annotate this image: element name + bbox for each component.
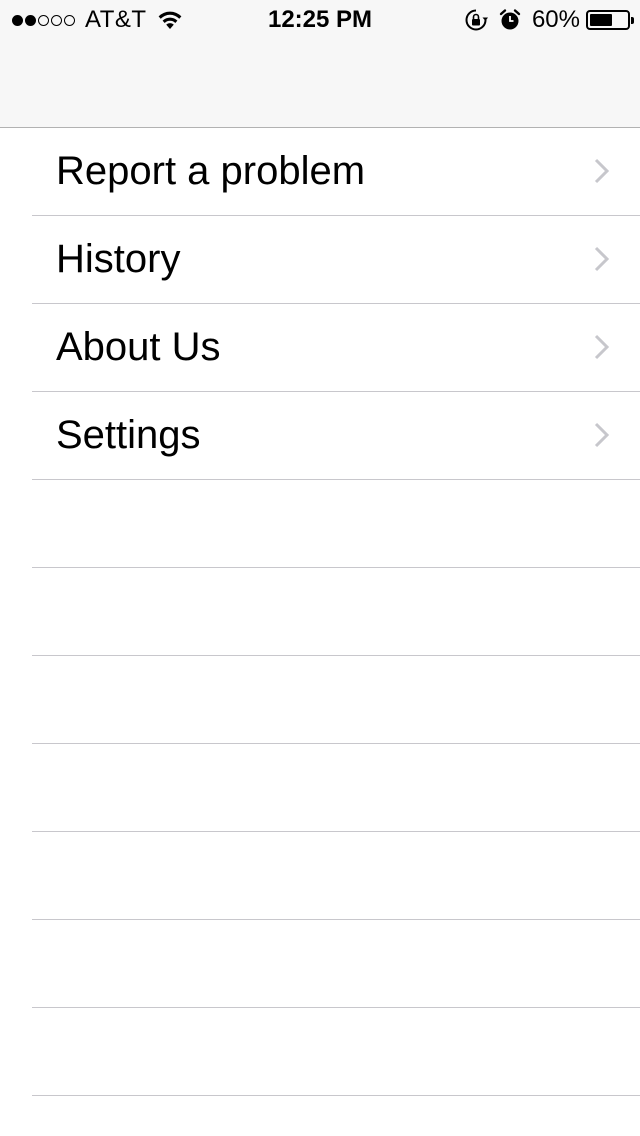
menu-row-report-a-problem[interactable]: Report a problem bbox=[0, 128, 640, 216]
empty-row bbox=[0, 920, 640, 1008]
empty-row bbox=[0, 480, 640, 568]
chevron-right-icon bbox=[594, 422, 610, 448]
empty-row bbox=[0, 656, 640, 744]
navigation-bar: AT&T 12:25 PM 60% bbox=[0, 0, 640, 128]
chevron-right-icon bbox=[594, 334, 610, 360]
chevron-right-icon bbox=[594, 246, 610, 272]
menu-row-label: Settings bbox=[56, 413, 201, 457]
status-bar-right: 60% bbox=[464, 6, 634, 34]
battery-cap bbox=[631, 17, 634, 24]
status-bar: AT&T 12:25 PM 60% bbox=[0, 0, 640, 40]
menu-row-label: Report a problem bbox=[56, 149, 366, 193]
menu-row-settings[interactable]: Settings bbox=[0, 392, 640, 480]
empty-row bbox=[0, 1008, 640, 1096]
empty-row bbox=[0, 832, 640, 920]
menu-table: Report a problem History About Us Settin… bbox=[0, 128, 640, 1096]
battery-icon bbox=[586, 10, 634, 30]
empty-row bbox=[0, 568, 640, 656]
screen: AT&T 12:25 PM 60% Report a problem Histo… bbox=[0, 0, 640, 1136]
menu-row-about-us[interactable]: About Us bbox=[0, 304, 640, 392]
battery-percentage: 60% bbox=[531, 6, 580, 33]
battery-level-fill bbox=[590, 14, 612, 26]
menu-row-label: About Us bbox=[56, 325, 221, 369]
rotation-lock-icon bbox=[465, 9, 488, 31]
menu-row-history[interactable]: History bbox=[0, 216, 640, 304]
empty-row bbox=[0, 744, 640, 832]
menu-row-label: History bbox=[56, 237, 181, 281]
alarm-icon bbox=[499, 9, 521, 30]
chevron-right-icon bbox=[594, 158, 610, 184]
